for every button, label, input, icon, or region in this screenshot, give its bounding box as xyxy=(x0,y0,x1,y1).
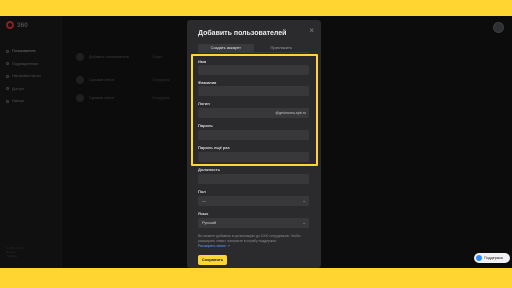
close-icon[interactable]: × xyxy=(309,27,314,35)
modal-tabs: Создать аккаунт Пригласить xyxy=(198,44,309,53)
gender-select[interactable]: — ⌄ xyxy=(198,196,309,206)
chevron-down-icon: ⌄ xyxy=(302,198,306,203)
tab-invite[interactable]: Пригласить xyxy=(254,44,310,52)
chevron-down-icon: ⌄ xyxy=(302,220,306,225)
support-button[interactable]: Поддержка xyxy=(474,253,510,263)
modal-title: Добавить пользователей xyxy=(198,30,287,37)
position-label: Должность xyxy=(198,167,221,172)
gender-label: Пол xyxy=(198,189,206,194)
chat-icon xyxy=(476,255,482,261)
highlight-frame xyxy=(191,54,318,166)
expand-limit-link[interactable]: Расширить лимит ↗ xyxy=(198,244,230,248)
save-button[interactable]: Сохранить xyxy=(198,255,227,265)
position-field[interactable] xyxy=(198,174,309,184)
support-label: Поддержка xyxy=(484,256,503,260)
language-select[interactable]: Русский ⌄ xyxy=(198,218,309,228)
language-value: Русский xyxy=(202,221,217,225)
user-limit-hint: Вы можете добавить в организацию до 1000… xyxy=(198,234,301,243)
tab-create-account[interactable]: Создать аккаунт xyxy=(198,44,254,52)
gender-value: — xyxy=(202,199,206,203)
language-label: Язык xyxy=(198,211,209,216)
